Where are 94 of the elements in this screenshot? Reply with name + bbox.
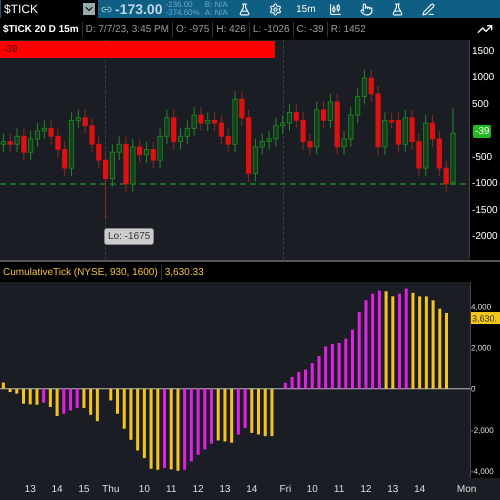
caret-icon: [83, 3, 95, 15]
histogram-bar: [264, 388, 267, 436]
date-label: 14: [52, 484, 63, 495]
histogram-bar: [284, 382, 287, 389]
low-label: Lo: -1675: [104, 228, 154, 245]
interval-button[interactable]: 15m: [292, 2, 319, 16]
axis-label: -1000: [472, 178, 498, 190]
axis-label: 0: [471, 384, 476, 394]
histogram-bar: [351, 330, 354, 389]
histogram-bar: [270, 388, 274, 436]
axis-label: -1500: [472, 204, 498, 216]
current-value-badge: 3,630.: [471, 312, 500, 324]
histogram-bar: [236, 388, 240, 434]
histogram-bar: [82, 388, 86, 408]
axis-label: 1000: [472, 72, 494, 84]
histogram-bar: [76, 388, 79, 408]
histogram-bar: [35, 388, 38, 405]
date-label: 12: [192, 484, 204, 495]
date-label: 15: [78, 484, 90, 495]
histogram-bar: [290, 377, 294, 389]
histogram-bar: [62, 388, 66, 414]
ohlc-field: D: 7/7/23, 3:45 PM: [82, 22, 172, 36]
date-label: Mon: [456, 484, 476, 495]
axis-label: 1500: [472, 46, 494, 58]
ohlc-field: R: 1452: [326, 22, 369, 36]
histogram-bar: [223, 388, 226, 442]
histogram-bar: [22, 388, 25, 404]
axis-label: -2000: [472, 231, 498, 243]
histogram-bar: [203, 388, 206, 450]
ohlc-field: O: -975: [172, 22, 212, 36]
date-label: 14: [414, 484, 426, 495]
histogram-bar: [210, 388, 213, 444]
histogram-bar: [297, 372, 300, 389]
histogram-bar: [48, 388, 52, 407]
date-label: 13: [387, 484, 398, 495]
histogram-bar: [28, 388, 32, 404]
date-label: 13: [219, 484, 230, 495]
histogram-bar: [15, 388, 18, 394]
date-label: 10: [138, 484, 150, 495]
histogram-bar: [42, 388, 46, 403]
axis-label: -2,000: [471, 426, 494, 435]
chart-title: $TICK 20 D 15m: [2, 22, 80, 36]
date-label: 12: [360, 484, 372, 495]
histogram-bar: [330, 344, 334, 389]
histogram-bar: [344, 338, 348, 389]
histogram-bar: [69, 388, 72, 410]
histogram-bar: [338, 342, 341, 389]
indicator-value: -39: [3, 44, 18, 55]
histogram-bar: [129, 388, 132, 440]
histogram-bar: [324, 346, 328, 389]
histogram-bar: [109, 388, 112, 400]
bid-price: B: N/A: [204, 1, 228, 9]
date-label: 13: [24, 484, 36, 495]
histogram-bar: [250, 388, 254, 433]
histogram-bar: [122, 388, 126, 429]
histogram-bar: [257, 388, 260, 434]
axis-label: -500: [472, 152, 492, 164]
histogram-bar: [310, 363, 314, 389]
last-price-badge: -39: [473, 125, 492, 138]
histogram-bar: [304, 370, 307, 389]
histogram-bar: [230, 388, 234, 443]
date-label: 11: [334, 484, 344, 495]
histogram-bar: [317, 356, 320, 389]
axis-label: 2,000: [471, 344, 492, 353]
last-price: -173.00: [115, 0, 162, 18]
histogram-bar: [196, 388, 200, 455]
date-label: 11: [166, 484, 176, 495]
net-change: -236.00: [165, 1, 194, 9]
histogram-bar: [142, 388, 146, 458]
date-label: 10: [306, 484, 318, 495]
date-label: Fri: [280, 484, 292, 495]
axis-label: -4,000: [471, 466, 494, 476]
histogram-bar: [96, 388, 99, 422]
date-label: 14: [246, 484, 258, 495]
histogram-bar: [244, 388, 247, 428]
ask-price: A: N/A: [204, 9, 228, 17]
date-label: Thu: [102, 484, 120, 495]
histogram-bar: [56, 388, 59, 416]
percent-change: -374.60%: [165, 9, 200, 17]
study-value: 3,630.33: [160, 264, 207, 280]
ohlc-field: H: 426: [212, 22, 249, 36]
histogram-bar: [8, 388, 12, 392]
candle: [0, 133, 6, 153]
histogram-bar: [2, 382, 5, 389]
ohlc-field: C: -39: [292, 22, 327, 36]
ohlc-field: L: -1026: [248, 22, 293, 36]
histogram-bar: [136, 388, 140, 450]
histogram-bar: [216, 388, 220, 440]
histogram-bar: [116, 388, 119, 414]
histogram-bar: [89, 388, 92, 415]
symbol-field[interactable]: $TICK: [1, 0, 98, 18]
axis-label: 4,000: [471, 302, 492, 312]
axis-label: 500: [472, 98, 489, 110]
study-title: CumulativeTick (NYSE, 930, 1600): [2, 266, 159, 280]
